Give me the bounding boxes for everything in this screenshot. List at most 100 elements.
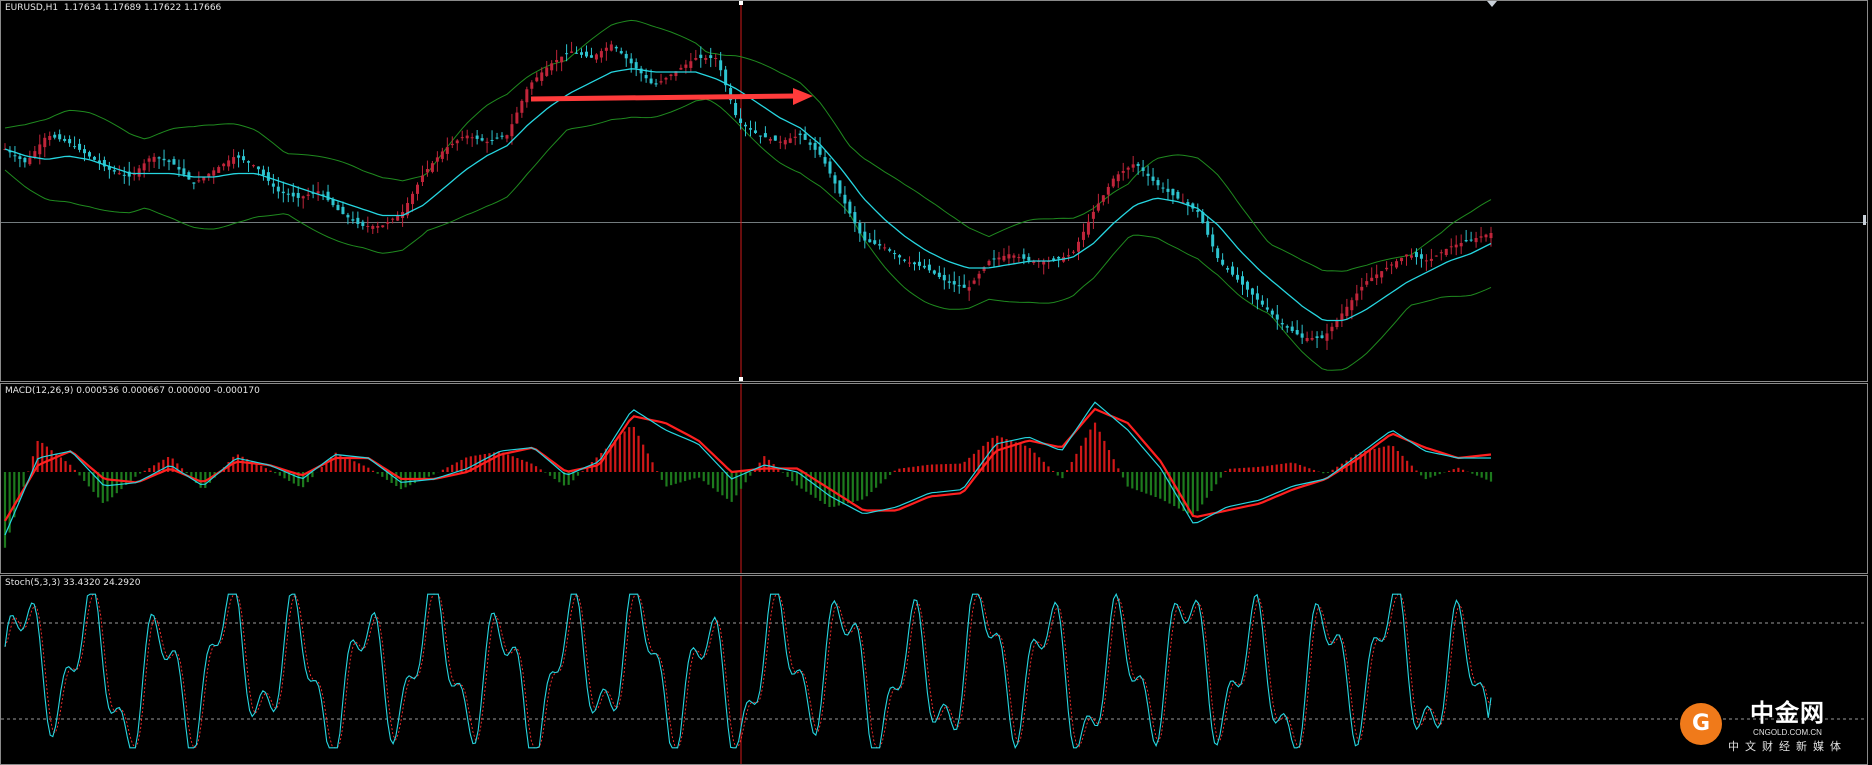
candle-body <box>1444 248 1448 256</box>
bollinger-upper-band <box>4 19 1492 272</box>
candle-body <box>1211 234 1215 247</box>
price-pane[interactable]: EURUSD,H1 1.17634 1.17689 1.17622 1.1766… <box>0 0 1868 382</box>
candle-body <box>1216 248 1220 259</box>
candle-body <box>376 226 380 228</box>
candle-body <box>316 191 320 194</box>
candle-body <box>957 285 961 287</box>
candle-body <box>818 146 822 155</box>
price-chart[interactable] <box>1 1 1867 381</box>
candle-body <box>753 130 757 133</box>
price-tick-marker <box>1863 215 1866 225</box>
candle-body <box>1171 188 1175 196</box>
candle-body <box>823 157 827 164</box>
candle-body <box>276 186 280 192</box>
candle-body <box>883 247 887 249</box>
candle-body <box>286 193 290 195</box>
candle-body <box>515 112 519 124</box>
watermark-name: 中金网 <box>1750 699 1825 727</box>
candle-body <box>396 215 400 221</box>
candle-body <box>1439 252 1443 254</box>
candle-body <box>1454 244 1458 248</box>
candle-body <box>460 137 464 139</box>
candle-body <box>1449 246 1453 248</box>
watermark-text: 中金网 CNGOLD.COM.CN 中文财经新媒体 <box>1728 693 1847 754</box>
stoch-signal-line <box>4 593 1492 749</box>
candle-body <box>1335 320 1339 328</box>
candle-body <box>455 140 459 144</box>
candle-body <box>1245 281 1249 290</box>
candle-body <box>1469 239 1473 241</box>
candle-body <box>1459 242 1463 247</box>
annotation-arrowhead <box>793 88 813 105</box>
stoch-pane-label: Stoch(5,3,3) 33.4320 24.2920 <box>5 578 141 588</box>
candle-body <box>942 274 946 281</box>
candle-body <box>351 219 355 221</box>
candle-body <box>242 156 246 161</box>
candle-body <box>893 253 897 255</box>
candle-body <box>78 143 82 150</box>
candle-body <box>1236 274 1240 280</box>
stoch-main-line <box>4 592 1492 750</box>
candle-body <box>719 60 723 71</box>
candle-body <box>192 182 196 184</box>
candle-body <box>967 287 971 291</box>
candle-body <box>326 191 330 201</box>
candle-body <box>1484 234 1488 238</box>
candle-body <box>793 136 797 138</box>
candle-body <box>699 54 703 58</box>
candle-body <box>560 56 564 63</box>
watermark: G 中金网 CNGOLD.COM.CN 中文财经新媒体 <box>1680 693 1847 754</box>
candle-body <box>977 273 981 279</box>
candle-body <box>391 218 395 220</box>
candle-body <box>619 51 623 54</box>
candle-body <box>1176 191 1180 199</box>
candle-body <box>336 204 340 211</box>
candle-body <box>540 72 544 81</box>
candle-body <box>137 168 141 177</box>
candle-body <box>13 155 17 157</box>
candle-body <box>1076 241 1080 252</box>
candle-body <box>296 192 300 198</box>
candle-body <box>470 137 474 139</box>
candle-body <box>381 225 385 228</box>
candle-body <box>669 74 673 77</box>
candle-body <box>1390 264 1394 266</box>
candle-body <box>1315 336 1319 338</box>
candle-body <box>1057 256 1061 259</box>
candle-body <box>773 135 777 141</box>
stoch-chart[interactable] <box>1 576 1867 764</box>
candle-body <box>679 67 683 70</box>
candle-body <box>167 160 171 162</box>
macd-pane[interactable]: MACD(12,26,9) 0.000536 0.000667 0.000000… <box>0 383 1868 574</box>
candle-body <box>1385 267 1389 270</box>
candle-body <box>520 100 524 113</box>
candle-body <box>281 191 285 194</box>
candle-body <box>744 124 748 127</box>
candle-body <box>500 135 504 137</box>
macd-pane-label: MACD(12,26,9) 0.000536 0.000667 0.000000… <box>5 386 260 396</box>
stoch-pane[interactable]: Stoch(5,3,3) 33.4320 24.2920 G 中金网 CNGOL… <box>0 575 1868 765</box>
candle-body <box>997 257 1001 260</box>
candle-body <box>1017 257 1021 259</box>
candle-body <box>1121 171 1125 173</box>
candle-body <box>505 135 509 139</box>
candle-body <box>1007 254 1011 259</box>
candle-body <box>87 152 91 157</box>
price-pane-label: EURUSD,H1 1.17634 1.17689 1.17622 1.1766… <box>5 3 222 13</box>
macd-chart[interactable] <box>1 384 1867 573</box>
candle-body <box>366 226 370 227</box>
moving-average-line <box>4 68 1492 322</box>
candle-body <box>947 281 951 283</box>
candle-body <box>425 168 429 173</box>
candle-body <box>828 161 832 174</box>
candle-body <box>1464 240 1468 242</box>
candle-body <box>739 118 743 124</box>
candle-body <box>684 64 688 68</box>
candle-body <box>1405 254 1409 257</box>
candle-body <box>798 133 802 136</box>
candle-body <box>480 138 484 141</box>
candle-body <box>341 206 345 215</box>
candle-body <box>1027 256 1031 261</box>
candle-body <box>475 135 479 139</box>
candle-body <box>868 239 872 243</box>
